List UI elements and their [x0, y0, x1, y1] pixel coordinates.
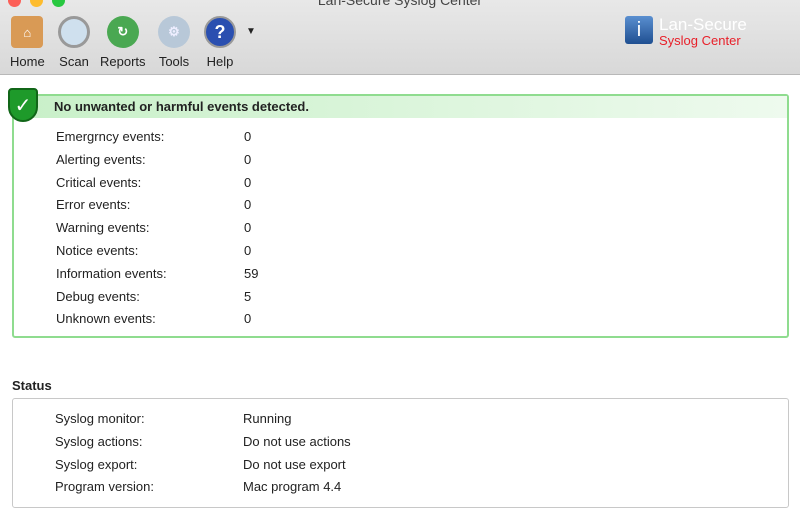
reports-label: Reports: [100, 54, 146, 69]
status-label: Syslog monitor:: [55, 411, 145, 426]
events-value: 0: [244, 151, 252, 167]
reports-icon: ↻: [106, 16, 139, 48]
status-heading: Status: [12, 378, 52, 393]
status-value: Do not use export: [243, 456, 346, 472]
toolbar: Lan-Secure Syslog Center ⌂ Home Scan ↻ Rep…: [0, 0, 800, 75]
events-value: 0: [244, 129, 252, 144]
events-label: Alerting events:: [56, 151, 146, 167]
tools-label: Tools: [158, 54, 190, 69]
toolbar-reports-button[interactable]: ↻ Reports: [100, 16, 146, 69]
help-label: Help: [206, 54, 234, 69]
logo-icon: i: [625, 16, 653, 44]
logo-line2: Syslog Center: [659, 33, 741, 48]
toolbar-tools-button[interactable]: ⚙ Tools: [158, 16, 190, 69]
magnifier-icon: [58, 16, 90, 48]
status-value: Do not use actions: [243, 433, 351, 449]
window-title: Lan-Secure Syslog Center: [317, 0, 483, 8]
events-label: Error events:: [56, 197, 131, 213]
help-dropdown-icon[interactable]: ▼: [246, 26, 256, 37]
home-icon: ⌂: [11, 16, 44, 48]
events-value: 0: [244, 174, 252, 190]
home-label: Home: [10, 54, 45, 69]
status-label: Syslog actions:: [55, 433, 143, 449]
status-label: Syslog export:: [55, 456, 138, 472]
events-label: Warning events:: [56, 220, 150, 236]
events-label: Information events:: [56, 265, 167, 281]
events-banner: No unwanted or harmful events detected.: [14, 96, 787, 118]
events-label: Notice events:: [56, 243, 139, 258]
events-panel: No unwanted or harmful events detected. …: [8, 88, 789, 338]
events-label: Debug events:: [56, 288, 140, 304]
scan-label: Scan: [59, 54, 89, 69]
events-value: 0: [244, 220, 252, 236]
status-label: Program version:: [55, 479, 154, 495]
toolbar-help-button[interactable]: ? Help: [204, 16, 236, 69]
events-label: Critical events:: [56, 174, 142, 190]
events-value: 5: [244, 288, 252, 304]
status-panel: Syslog monitor: Running Syslog actions: Do …: [12, 398, 789, 508]
events-value: 0: [244, 243, 252, 258]
events-label: Emergrncy events:: [56, 129, 165, 144]
toolbar-home-button[interactable]: ⌂ Home: [10, 16, 45, 69]
events-value: 59: [244, 265, 259, 281]
status-value: Mac program 4.4: [243, 479, 342, 495]
events-label: Unknown events:: [56, 311, 156, 327]
gear-icon: ⚙: [158, 16, 190, 48]
status-value: Running: [243, 411, 292, 426]
events-value: 0: [244, 311, 252, 327]
shield-check-icon: ✓: [8, 88, 38, 122]
events-value: 0: [244, 197, 252, 213]
help-icon: ?: [204, 16, 236, 48]
logo-line1: Lan-Secure: [659, 15, 747, 34]
toolbar-scan-button[interactable]: Scan: [58, 16, 90, 69]
logo: i Lan-Secure Syslog Center: [625, 16, 747, 48]
